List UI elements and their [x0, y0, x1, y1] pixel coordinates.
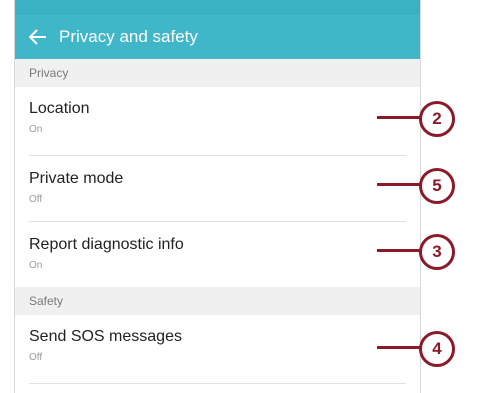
callout-badge: 5 [419, 168, 455, 204]
setting-title: Report diagnostic info [29, 236, 184, 253]
divider [29, 383, 406, 384]
setting-title: Location [29, 100, 90, 117]
setting-status: Off [29, 194, 43, 205]
divider [29, 155, 406, 156]
setting-item-report-diagnostic-info[interactable]: Report diagnostic info On [15, 236, 420, 271]
setting-status: Off [29, 352, 43, 363]
setting-status: On [29, 124, 43, 135]
setting-item-location[interactable]: Location On [15, 100, 420, 135]
callout-badge: 3 [419, 234, 455, 270]
page-title: Privacy and safety [59, 27, 198, 46]
section-header-privacy: Privacy [15, 59, 420, 87]
callout-line [377, 346, 421, 349]
app-bar: Privacy and safety [15, 15, 420, 59]
callout-badge: 2 [419, 101, 455, 137]
setting-title: Private mode [29, 170, 124, 187]
settings-screen: Privacy and safety Privacy Location On P… [14, 0, 421, 393]
callout-line [377, 183, 421, 186]
status-bar [15, 0, 420, 15]
back-arrow-icon[interactable] [27, 26, 49, 48]
divider [29, 221, 406, 222]
setting-item-private-mode[interactable]: Private mode Off [15, 170, 420, 205]
callout-line [377, 116, 421, 119]
setting-item-send-sos-messages[interactable]: Send SOS messages Off [15, 328, 420, 363]
setting-title: Send SOS messages [29, 328, 182, 345]
callout-line [377, 249, 421, 252]
section-header-safety: Safety [15, 287, 420, 315]
callout-badge: 4 [419, 331, 455, 367]
setting-status: On [29, 260, 43, 271]
